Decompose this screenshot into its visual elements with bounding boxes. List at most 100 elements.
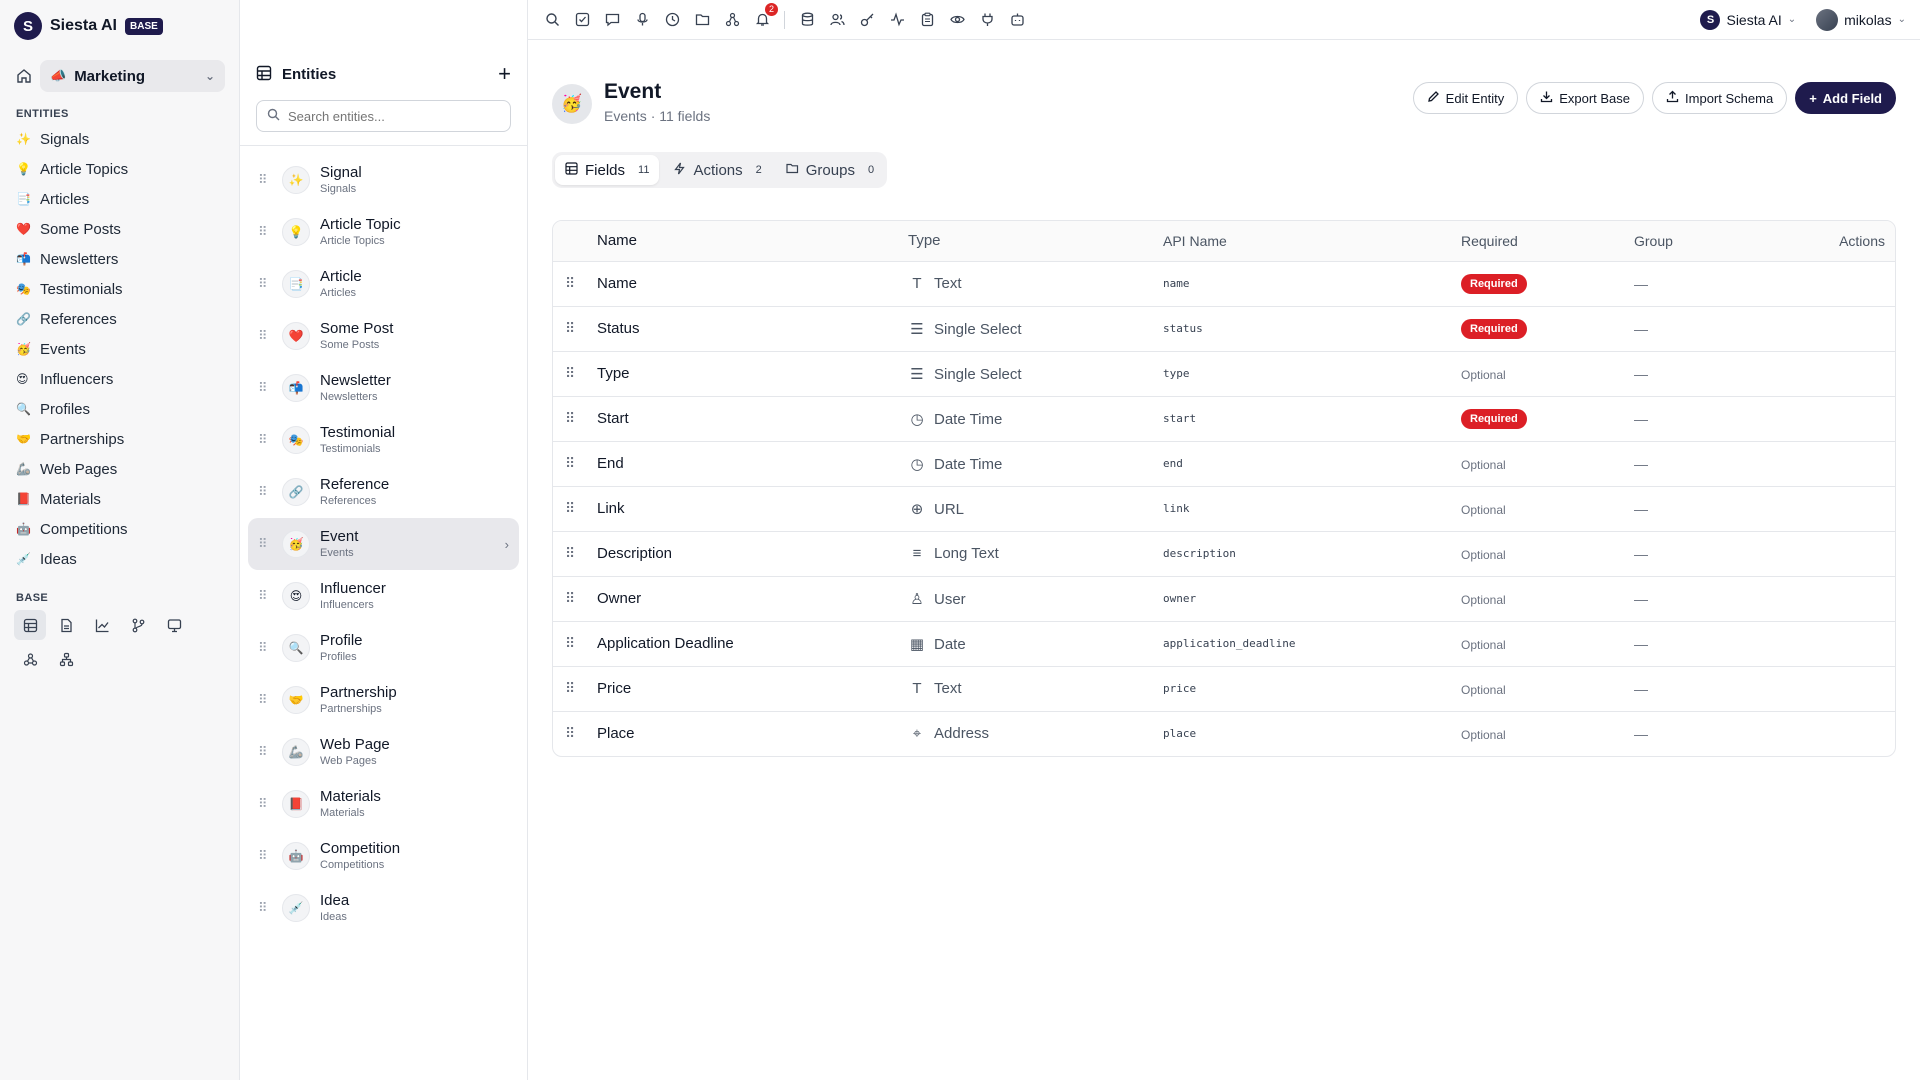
entity-list-item[interactable]: ⠿ 📕 Materials Materials <box>248 778 519 830</box>
drag-handle-icon[interactable]: ⠿ <box>553 621 597 667</box>
workflow-icon[interactable] <box>722 10 742 30</box>
activity-icon[interactable] <box>887 10 907 30</box>
drag-handle-icon[interactable]: ⠿ <box>553 396 597 442</box>
workspace-select[interactable]: 📣 Marketing ⌄ <box>40 60 225 92</box>
field-actions-cell[interactable] <box>1774 351 1895 397</box>
tab-actions[interactable]: Actions 2 <box>663 155 771 185</box>
export-base-button[interactable]: Export Base <box>1526 82 1645 114</box>
sidebar-item-testimonials[interactable]: 🎭 Testimonials <box>14 274 225 304</box>
table-row[interactable]: ⠿ Owner ♙ User owner Optional — <box>553 576 1895 622</box>
entity-list-item[interactable]: ⠿ 🤝 Partnership Partnerships <box>248 674 519 726</box>
sidebar-item-partnerships[interactable]: 🤝 Partnerships <box>14 424 225 454</box>
drag-handle-icon[interactable]: ⠿ <box>553 486 597 532</box>
drag-handle-icon[interactable]: ⠿ <box>258 276 274 292</box>
git-branch-icon[interactable] <box>122 610 154 640</box>
table-row[interactable]: ⠿ Price T Text price Optional — <box>553 666 1895 712</box>
folder-icon[interactable] <box>692 10 712 30</box>
entity-list-item[interactable]: ⠿ 📑 Article Articles <box>248 258 519 310</box>
field-actions-cell[interactable] <box>1774 261 1895 307</box>
field-actions-cell[interactable] <box>1774 486 1895 532</box>
sidebar-item-references[interactable]: 🔗 References <box>14 304 225 334</box>
microphone-icon[interactable] <box>632 10 652 30</box>
table-row[interactable]: ⠿ Name T Text name Required — <box>553 261 1895 307</box>
table-row[interactable]: ⠿ Status ☰ Single Select status Required — <box>553 306 1895 352</box>
drag-handle-icon[interactable]: ⠿ <box>553 306 597 352</box>
entity-list-item[interactable]: ⠿ 🔍 Profile Profiles <box>248 622 519 674</box>
sidebar-item-signals[interactable]: ✨ Signals <box>14 124 225 154</box>
drag-handle-icon[interactable]: ⠿ <box>553 666 597 712</box>
entity-list-item[interactable]: ⠿ 🎭 Testimonial Testimonials <box>248 414 519 466</box>
database-icon[interactable] <box>797 10 817 30</box>
sidebar-item-competitions[interactable]: 🤖 Competitions <box>14 514 225 544</box>
webhook-icon[interactable] <box>14 644 46 674</box>
entity-list-item[interactable]: ⠿ 🥳 Event Events › <box>248 518 519 570</box>
drag-handle-icon[interactable]: ⠿ <box>258 328 274 344</box>
table-row[interactable]: ⠿ Link ⊕ URL link Optional — <box>553 486 1895 532</box>
plug-icon[interactable] <box>977 10 997 30</box>
entity-list-item[interactable]: ⠿ 🦾 Web Page Web Pages <box>248 726 519 778</box>
drag-handle-icon[interactable]: ⠿ <box>258 588 274 604</box>
field-actions-cell[interactable] <box>1774 441 1895 487</box>
table-row[interactable]: ⠿ End ◷ Date Time end Optional — <box>553 441 1895 487</box>
drag-handle-icon[interactable]: ⠿ <box>553 531 597 577</box>
drag-handle-icon[interactable]: ⠿ <box>553 576 597 622</box>
sidebar-item-article-topics[interactable]: 💡 Article Topics <box>14 154 225 184</box>
table-row[interactable]: ⠿ Application Deadline ▦ Date application_de… <box>553 621 1895 667</box>
sidebar-item-newsletters[interactable]: 📬 Newsletters <box>14 244 225 274</box>
clipboard-icon[interactable] <box>917 10 937 30</box>
import-schema-button[interactable]: Import Schema <box>1652 82 1788 114</box>
network-icon[interactable] <box>50 644 82 674</box>
sidebar-item-materials[interactable]: 📕 Materials <box>14 484 225 514</box>
sidebar-item-influencers[interactable]: 😍 Influencers <box>14 364 225 394</box>
sidebar-item-some-posts[interactable]: ❤️ Some Posts <box>14 214 225 244</box>
drag-handle-icon[interactable]: ⠿ <box>258 744 274 760</box>
org-switcher[interactable]: S Siesta AI ⌄ <box>1700 9 1796 30</box>
tab-groups[interactable]: Groups 0 <box>776 155 884 185</box>
field-actions-cell[interactable] <box>1774 306 1895 352</box>
sidebar-item-profiles[interactable]: 🔍 Profiles <box>14 394 225 424</box>
drag-handle-icon[interactable]: ⠿ <box>258 692 274 708</box>
document-icon[interactable] <box>50 610 82 640</box>
eye-icon[interactable] <box>947 10 967 30</box>
table-row[interactable]: ⠿ Description ≡ Long Text description Optiona… <box>553 531 1895 577</box>
table-icon[interactable] <box>14 610 46 640</box>
users-icon[interactable] <box>827 10 847 30</box>
chart-icon[interactable] <box>86 610 118 640</box>
field-actions-cell[interactable] <box>1774 531 1895 577</box>
bell-icon[interactable]: 2 <box>752 2 778 30</box>
drag-handle-icon[interactable]: ⠿ <box>258 796 274 812</box>
field-actions-cell[interactable] <box>1774 666 1895 712</box>
drag-handle-icon[interactable]: ⠿ <box>258 848 274 864</box>
entity-list-item[interactable]: ⠿ 🤖 Competition Competitions <box>248 830 519 882</box>
field-actions-cell[interactable] <box>1774 711 1895 756</box>
drag-handle-icon[interactable]: ⠿ <box>553 441 597 487</box>
tab-fields[interactable]: Fields 11 <box>555 155 660 185</box>
field-actions-cell[interactable] <box>1774 576 1895 622</box>
field-actions-cell[interactable] <box>1774 396 1895 442</box>
bot-icon[interactable] <box>1007 10 1027 30</box>
sidebar-item-web-pages[interactable]: 🦾 Web Pages <box>14 454 225 484</box>
entity-list-item[interactable]: ⠿ ✨ Signal Signals <box>248 154 519 206</box>
monitor-icon[interactable] <box>158 610 190 640</box>
edit-entity-button[interactable]: Edit Entity <box>1412 82 1519 114</box>
drag-handle-icon[interactable]: ⠿ <box>258 536 274 552</box>
drag-handle-icon[interactable]: ⠿ <box>258 900 274 916</box>
brand[interactable]: S Siesta AI BASE <box>14 12 225 40</box>
drag-handle-icon[interactable]: ⠿ <box>258 172 274 188</box>
drag-handle-icon[interactable]: ⠿ <box>258 432 274 448</box>
table-row[interactable]: ⠿ Start ◷ Date Time start Required — <box>553 396 1895 442</box>
sidebar-item-articles[interactable]: 📑 Articles <box>14 184 225 214</box>
table-row[interactable]: ⠿ Type ☰ Single Select type Optional — <box>553 351 1895 397</box>
entity-search-input[interactable] <box>288 108 488 124</box>
user-menu[interactable]: mikolas ⌄ <box>1816 8 1906 31</box>
drag-handle-icon[interactable]: ⠿ <box>258 224 274 240</box>
drag-handle-icon[interactable]: ⠿ <box>553 711 597 756</box>
drag-handle-icon[interactable]: ⠿ <box>258 380 274 396</box>
drag-handle-icon[interactable]: ⠿ <box>258 640 274 656</box>
table-row[interactable]: ⠿ Place ⌖ Address place Optional — <box>553 711 1895 756</box>
add-entity-button[interactable]: + <box>498 61 511 87</box>
drag-handle-icon[interactable]: ⠿ <box>553 261 597 307</box>
entity-list-item[interactable]: ⠿ 😍 Influencer Influencers <box>248 570 519 622</box>
entity-search-box[interactable] <box>256 100 511 132</box>
entity-list-item[interactable]: ⠿ ❤️ Some Post Some Posts <box>248 310 519 362</box>
